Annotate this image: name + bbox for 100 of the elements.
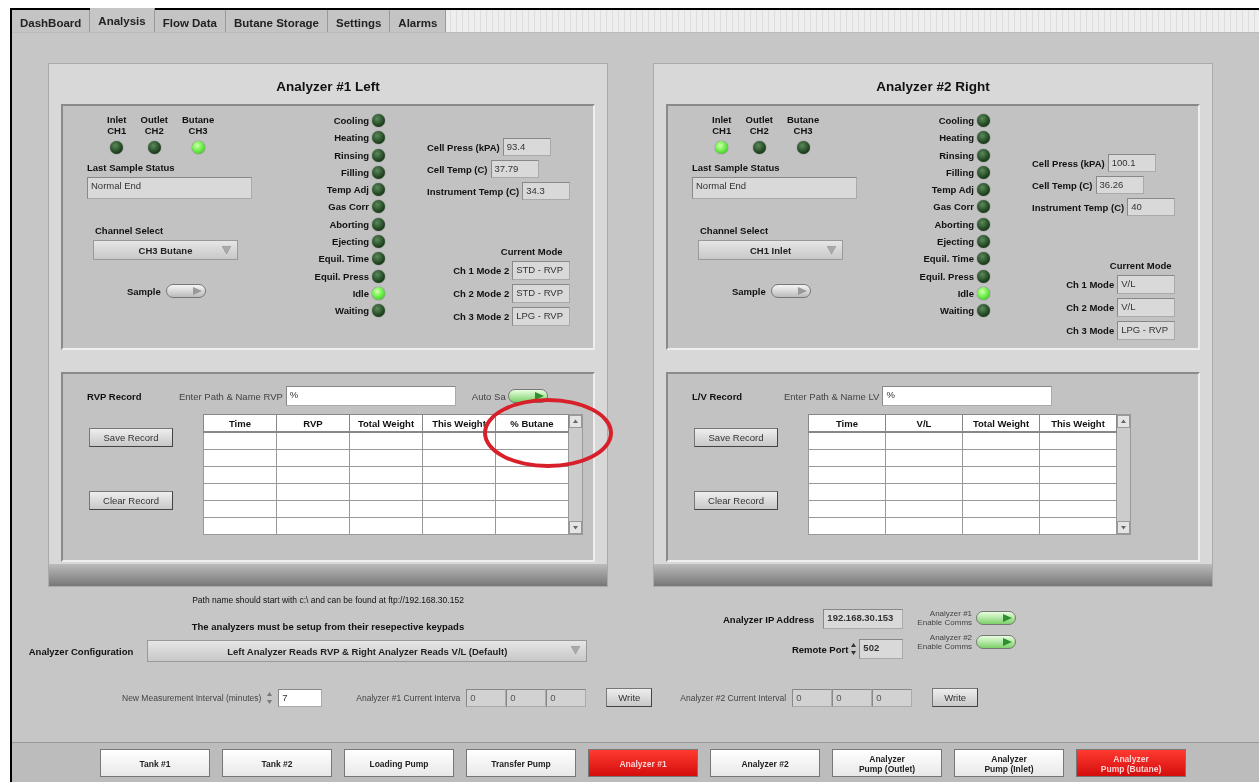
toggle-label: Analyzer #1 Enable Comms [917, 609, 973, 627]
state-label: Equil. Time [318, 253, 369, 265]
tab[interactable]: Flow Data [154, 10, 226, 32]
sample-toggle[interactable] [165, 284, 206, 298]
write-button[interactable]: Write [606, 688, 653, 707]
mode-label: Ch 3 Mode [1066, 325, 1115, 336]
reading-field: 40 [1127, 198, 1176, 216]
caret-icon [827, 246, 836, 254]
nav-button[interactable]: Transfer Pump [466, 749, 576, 777]
channel-label: Butane CH3 [182, 114, 215, 136]
clear-record-button[interactable]: Clear Record [89, 491, 173, 510]
state-label: Filling [946, 166, 974, 178]
ip-address-field[interactable]: 192.168.30.153 [823, 609, 904, 629]
section-title: Current Mode [500, 246, 563, 257]
nav-button[interactable]: Analyzer Pump (Butane) [1076, 749, 1186, 777]
interval-value-field: 0 [872, 688, 913, 707]
panel-title: Analyzer #1 Left [276, 78, 380, 96]
mode-field: LPG - RVP [1117, 321, 1176, 340]
scroll-down-icon[interactable] [1117, 521, 1130, 534]
channel-dropdown[interactable]: CH1 Inlet [698, 240, 843, 260]
reading-field: 100.1 [1107, 154, 1156, 172]
mode-field: LPG - RVP [512, 307, 571, 326]
column-header: % Butane [495, 414, 569, 432]
state-label: Waiting [940, 305, 974, 317]
interval-value-field: 0 [506, 688, 547, 707]
mode-field: V/L [1117, 298, 1176, 317]
mode-label: Ch 2 Mode 2 [453, 288, 510, 299]
reading-label: Instrument Temp (C) [427, 185, 520, 197]
column-header: Total Weight [349, 414, 423, 432]
interval-value-field: 0 [792, 688, 833, 707]
setup-note: The analyzers must be setup from their resepective keypads [191, 621, 465, 632]
interval-value-field: 0 [832, 688, 873, 707]
enable-comms-toggle[interactable] [976, 635, 1017, 649]
configuration-dropdown[interactable]: Left Analyzer Reads RVP & Right Analyzer Reads V/L (Default) [147, 640, 588, 662]
reading-label: Instrument Temp (C) [1032, 201, 1125, 213]
state-label: Rinsing [939, 149, 974, 161]
sample-toggle[interactable] [770, 284, 811, 298]
reading-field: 93.4 [502, 138, 551, 156]
field-label: New Measurement Interval (minutes) [122, 692, 262, 703]
tab[interactable]: Butane Storage [226, 10, 328, 32]
clear-record-button[interactable]: Clear Record [694, 491, 778, 510]
interval-value-field: 0 [466, 688, 507, 707]
nav-button[interactable]: Analyzer Pump (Outlet) [832, 749, 942, 777]
reading-field: 36.26 [1095, 176, 1144, 194]
port-field[interactable]: 502 [859, 639, 904, 659]
channel-dropdown[interactable]: CH3 Butane [93, 240, 238, 260]
enable-comms-toggle[interactable] [976, 611, 1017, 625]
tab[interactable]: Alarms [390, 10, 447, 32]
reading-field: 37.79 [490, 160, 539, 178]
scroll-up-icon[interactable] [569, 415, 582, 428]
state-label: Rinsing [334, 149, 369, 161]
state-label: Equil. Press [314, 270, 369, 282]
state-label: Aborting [934, 218, 974, 230]
channel-label: Butane CH3 [787, 114, 820, 136]
channel-label: Inlet CH1 [712, 114, 732, 136]
nav-button[interactable]: Analyzer Pump (Inlet) [954, 749, 1064, 777]
write-button[interactable]: Write [932, 688, 979, 707]
scroll-down-icon[interactable] [569, 521, 582, 534]
toggle-label: Sample [732, 285, 766, 297]
nav-button[interactable]: Tank #1 [100, 749, 210, 777]
scroll-up-icon[interactable] [1117, 415, 1130, 428]
channel-label: Inlet CH1 [107, 114, 127, 136]
field-label: Analyzer Configuration [28, 645, 134, 657]
column-header: Total Weight [962, 414, 1040, 432]
path-field[interactable]: % [285, 386, 456, 406]
field-label: Last Sample Status [87, 162, 176, 173]
field-label: Channel Select [95, 225, 165, 236]
state-label: Temp Adj [326, 184, 369, 196]
path-field[interactable]: % [882, 386, 1053, 406]
nav-button[interactable]: Loading Pump [344, 749, 454, 777]
mode-label: Ch 2 Mode [1066, 302, 1115, 313]
save-record-button[interactable]: Save Record [89, 428, 173, 447]
state-label: Equil. Press [919, 270, 974, 282]
field-label: Channel Select [700, 225, 770, 236]
state-label: Temp Adj [931, 184, 974, 196]
nav-button[interactable]: Analyzer #2 [710, 749, 820, 777]
state-label: Ejecting [937, 236, 974, 248]
state-label: Equil. Time [923, 253, 974, 265]
save-record-button[interactable]: Save Record [694, 428, 778, 447]
interval-field[interactable]: 7 [278, 688, 323, 707]
spinner-icon[interactable] [851, 642, 857, 656]
status-field: Normal End [87, 177, 252, 199]
section-title: L/V Record [692, 390, 744, 402]
reading-field: 34.3 [522, 182, 571, 200]
state-label: Waiting [335, 305, 369, 317]
column-header: Time [203, 414, 277, 432]
column-header: V/L [885, 414, 963, 432]
toggle-label: Analyzer #2 Enable Comms [917, 633, 973, 651]
tab[interactable]: Analysis [90, 8, 155, 32]
state-label: Idle [957, 287, 974, 299]
tab[interactable]: DashBoard [12, 10, 91, 32]
status-field: Normal End [692, 177, 857, 199]
state-label: Gas Corr [933, 201, 974, 213]
reading-label: Cell Temp (C) [427, 163, 488, 175]
state-label: Idle [352, 287, 369, 299]
field-label: Enter Path & Name LV [784, 390, 880, 402]
caret-icon [222, 246, 231, 254]
nav-button[interactable]: Tank #2 [222, 749, 332, 777]
column-header: RVP [276, 414, 350, 432]
tab[interactable]: Settings [328, 10, 391, 32]
